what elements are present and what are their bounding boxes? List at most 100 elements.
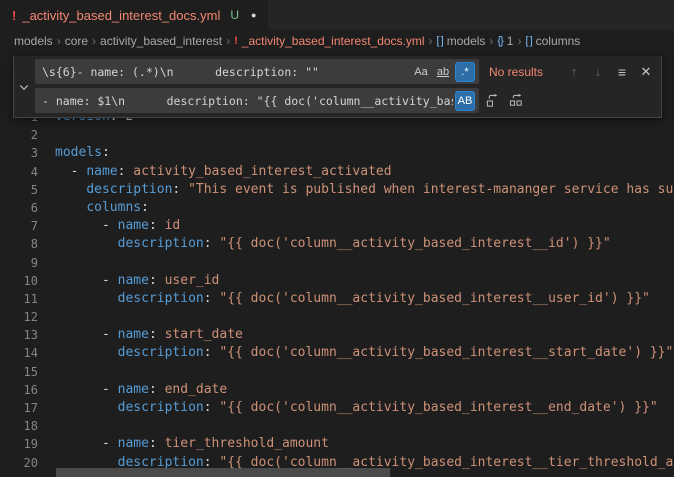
breadcrumb-item-symbol-columns[interactable]: [ ] columns [525, 34, 580, 48]
replace-input[interactable]: - name: $1\n description: "{{ doc('colum… [35, 88, 479, 113]
code-line-text [38, 254, 55, 272]
code-line[interactable]: 13 - name: start_date [0, 326, 674, 344]
line-number[interactable]: 10 [0, 272, 38, 290]
code-line-text [38, 417, 55, 435]
replace-row: - name: $1\n description: "{{ doc('colum… [35, 88, 657, 113]
breadcrumb: models › core › activity_based_interest … [0, 30, 674, 52]
line-number[interactable]: 11 [0, 290, 38, 308]
replace-icon [485, 93, 500, 108]
chevron-right-icon: › [516, 34, 522, 48]
line-number[interactable]: 15 [0, 363, 38, 381]
code-line[interactable]: 16 - name: end_date [0, 381, 674, 399]
chevron-down-icon [18, 81, 30, 93]
line-number[interactable]: 9 [0, 254, 38, 272]
code-line[interactable]: 6 columns: [0, 199, 674, 217]
code-line-text: - name: end_date [38, 381, 227, 399]
code-line[interactable]: 3models: [0, 144, 674, 162]
line-number[interactable]: 5 [0, 181, 38, 199]
close-button[interactable]: ✕ [635, 61, 657, 83]
line-number[interactable]: 17 [0, 399, 38, 417]
line-number[interactable]: 3 [0, 144, 38, 162]
breadcrumb-item-activity-based-interest[interactable]: activity_based_interest [100, 34, 222, 48]
error-icon: ! [234, 35, 238, 47]
code-line-text: - name: tier_threshold_amount [38, 435, 329, 453]
code-line[interactable]: 17 description: "{{ doc('column__activit… [0, 399, 674, 417]
code-line[interactable]: 10 - name: user_id [0, 272, 674, 290]
code-line[interactable]: 18 [0, 417, 674, 435]
breadcrumb-label: 1 [507, 34, 514, 48]
array-icon: [ ] [437, 35, 443, 47]
code-line[interactable]: 2 [0, 126, 674, 144]
code-line[interactable]: 4 - name: activity_based_interest_activa… [0, 163, 674, 181]
line-number[interactable]: 12 [0, 308, 38, 326]
breadcrumb-label: models [14, 34, 53, 48]
code-line-text: - name: activity_based_interest_activate… [38, 163, 392, 181]
regex-button[interactable]: .* [455, 62, 475, 82]
code-line[interactable]: 5 description: "This event is published … [0, 181, 674, 199]
replace-button[interactable] [481, 90, 503, 112]
code-line[interactable]: 15 [0, 363, 674, 381]
git-status-badge: U [230, 8, 239, 22]
line-number[interactable]: 4 [0, 163, 38, 181]
chevron-right-icon: › [91, 34, 97, 48]
dirty-indicator[interactable]: ● [251, 10, 256, 20]
breadcrumb-item-core[interactable]: core [65, 34, 88, 48]
breadcrumb-label: activity_based_interest [100, 34, 222, 48]
find-replace-widget: \s{6}- name: (.*)\n description: "" Aa a… [13, 56, 662, 118]
breadcrumb-label: columns [536, 34, 581, 48]
whole-word-button[interactable]: ab [433, 62, 453, 82]
line-number[interactable]: 13 [0, 326, 38, 344]
chevron-right-icon: › [488, 34, 494, 48]
line-number[interactable]: 16 [0, 381, 38, 399]
code-line-text: columns: [38, 199, 149, 217]
line-number[interactable]: 8 [0, 235, 38, 253]
find-results-count: No results [489, 65, 543, 79]
breadcrumb-item-models[interactable]: models [14, 34, 53, 48]
code-line[interactable]: 7 - name: id [0, 217, 674, 235]
preserve-case-button[interactable]: AB [455, 91, 475, 111]
code-line-text: description: "This event is published wh… [38, 181, 674, 199]
code-line[interactable]: 14 description: "{{ doc('column__activit… [0, 344, 674, 362]
code-line-text: description: "{{ doc('column__activity_b… [38, 290, 650, 308]
toggle-replace-button[interactable] [14, 56, 34, 117]
breadcrumb-item-symbol-models[interactable]: [ ] models [437, 34, 486, 48]
code-line-text: description: "{{ doc('column__activity_b… [38, 235, 611, 253]
breadcrumb-label: models [447, 34, 486, 48]
line-number[interactable]: 7 [0, 217, 38, 235]
line-number[interactable]: 20 [0, 454, 38, 472]
code-line[interactable]: 11 description: "{{ doc('column__activit… [0, 290, 674, 308]
breadcrumb-label: core [65, 34, 88, 48]
code-line-text [38, 308, 55, 326]
code-line[interactable]: 19 - name: tier_threshold_amount [0, 435, 674, 453]
line-number[interactable]: 6 [0, 199, 38, 217]
tab-activity-based-interest-docs[interactable]: ! _activity_based_interest_docs.yml U ● [0, 0, 268, 30]
array-icon: [ ] [525, 35, 531, 47]
chevron-right-icon: › [428, 34, 434, 48]
line-number[interactable]: 18 [0, 417, 38, 435]
code-line[interactable]: 8 description: "{{ doc('column__activity… [0, 235, 674, 253]
object-icon: {} [497, 35, 502, 47]
code-line[interactable]: 12 [0, 308, 674, 326]
replace-all-button[interactable] [505, 90, 527, 112]
code-line-text [38, 126, 55, 144]
match-case-button[interactable]: Aa [411, 62, 431, 82]
code-line-text: description: "{{ doc('column__activity_b… [38, 399, 658, 417]
breadcrumb-label: _activity_based_interest_docs.yml [242, 34, 425, 48]
replace-input-value: - name: $1\n description: "{{ doc('colum… [42, 94, 453, 108]
code-line[interactable]: 9 [0, 254, 674, 272]
tab-bar: ! _activity_based_interest_docs.yml U ● [0, 0, 674, 30]
previous-match-button[interactable]: ↑ [563, 61, 585, 83]
code-line-text [38, 363, 55, 381]
find-input[interactable]: \s{6}- name: (.*)\n description: "" Aa a… [35, 59, 479, 84]
breadcrumb-item-symbol-1[interactable]: {} 1 [497, 34, 513, 48]
breadcrumb-item-file[interactable]: ! _activity_based_interest_docs.yml [234, 34, 424, 48]
next-match-button[interactable]: ↓ [587, 61, 609, 83]
tab-filename: _activity_based_interest_docs.yml [22, 8, 220, 23]
horizontal-scrollbar[interactable] [56, 468, 390, 477]
code-line-text: - name: id [38, 217, 180, 235]
chevron-right-icon: › [56, 34, 62, 48]
line-number[interactable]: 19 [0, 435, 38, 453]
find-in-selection-button[interactable]: ≡ [611, 61, 633, 83]
line-number[interactable]: 14 [0, 344, 38, 362]
line-number[interactable]: 2 [0, 126, 38, 144]
